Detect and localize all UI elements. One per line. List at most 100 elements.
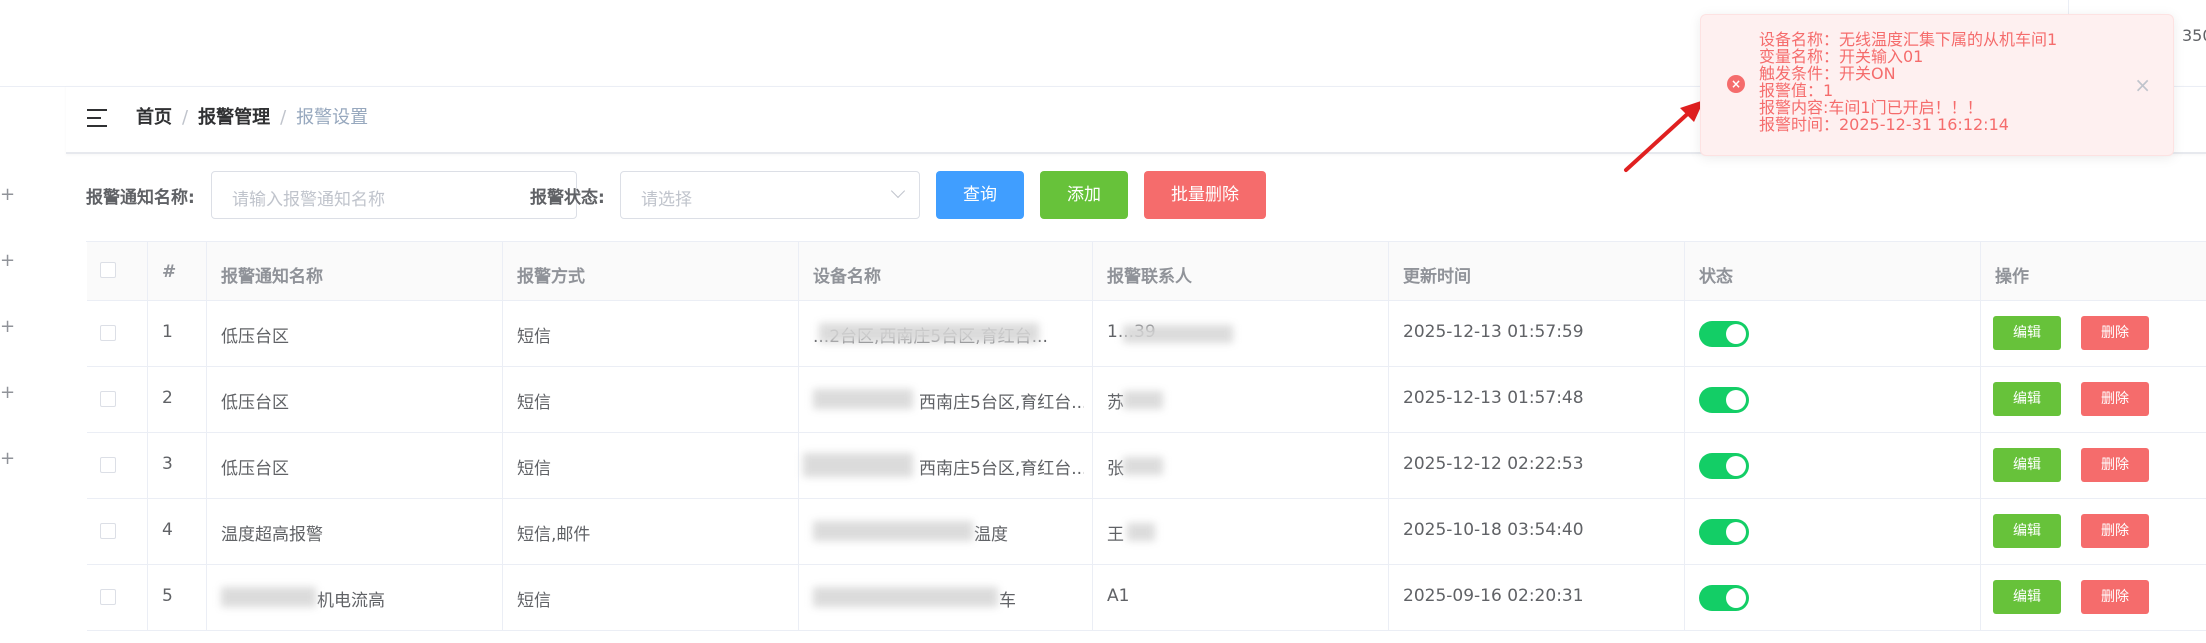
alarm-method: 短信,邮件 — [517, 525, 591, 545]
notification-line: 触发条件：开关ON — [1759, 64, 1896, 83]
redaction — [1123, 457, 1163, 475]
row-index: 4 — [162, 520, 173, 540]
notification-message: 设备名称：无线温度汇集下属的从机车间1 变量名称：开关输入01 触发条件：开关O… — [1759, 31, 2057, 133]
status-toggle[interactable] — [1699, 519, 1749, 545]
close-icon[interactable]: × — [2134, 73, 2151, 97]
redaction — [819, 323, 1039, 343]
row-checkbox[interactable] — [100, 325, 116, 341]
status-toggle[interactable] — [1699, 387, 1749, 413]
error-icon: × — [1727, 75, 1745, 93]
row-index: 1 — [162, 322, 173, 342]
redaction — [813, 521, 973, 541]
search-form: 报警通知名称: 请输入报警通知名称 报警状态: 请选择 查询 添加 批量删除 — [66, 163, 2206, 223]
alarm-method: 短信 — [517, 459, 551, 479]
expand-plus-icon[interactable]: + — [0, 186, 15, 204]
notification-line: 报警时间：2025-12-31 16:12:14 — [1759, 115, 2009, 134]
status-toggle[interactable] — [1699, 585, 1749, 611]
alarm-status-select[interactable]: 请选择 — [620, 171, 920, 219]
contact: A1 — [1107, 586, 1130, 606]
delete-button[interactable]: 删除 — [2081, 316, 2149, 350]
updated-time: 2025-12-13 01:57:59 — [1403, 322, 1584, 342]
query-button[interactable]: 查询 — [936, 171, 1024, 219]
table-header: # 报警通知名称 报警方式 设备名称 报警联系人 更新时间 状态 操作 — [87, 242, 2206, 301]
status-toggle[interactable] — [1699, 321, 1749, 347]
edit-button[interactable]: 编辑 — [1993, 514, 2061, 548]
row-index: 3 — [162, 454, 173, 474]
expand-plus-icon[interactable]: + — [0, 450, 15, 468]
table-row[interactable]: 1 低压台区 短信 ...2台区,西南庄5台区,育红台... 1...39 20… — [87, 301, 2206, 367]
alarm-name-input[interactable]: 请输入报警通知名称 — [211, 171, 577, 219]
alarm-method: 短信 — [517, 327, 551, 347]
add-button[interactable]: 添加 — [1040, 171, 1128, 219]
column-header: 报警通知名称 — [221, 267, 323, 287]
device-name: 车 — [999, 591, 1016, 611]
expand-plus-icon[interactable]: + — [0, 384, 15, 402]
device-name: 西南庄5台区,育红台... — [919, 459, 1084, 479]
breadcrumb-separator: / — [182, 107, 189, 128]
table-row[interactable]: 2 低压台区 短信 西南庄5台区,育红台... 苏 2025-12-13 01:… — [87, 367, 2206, 433]
alarm-method: 短信 — [517, 591, 551, 611]
redaction — [221, 587, 316, 607]
breadcrumb: 首页 / 报警管理 / 报警设置 — [136, 106, 368, 130]
delete-button[interactable]: 删除 — [2081, 514, 2149, 548]
batch-delete-button[interactable]: 批量删除 — [1144, 171, 1266, 219]
device-name: 温度 — [974, 525, 1008, 545]
alarm-status-placeholder: 请选择 — [641, 190, 692, 210]
expand-plus-icon[interactable]: + — [0, 252, 15, 270]
column-header: 设备名称 — [813, 267, 881, 287]
table-row[interactable]: 5 机电流高 短信 车 A1 2025-09-16 02:20:31 编辑 删除 — [87, 565, 2206, 631]
alarm-name: 低压台区 — [221, 459, 289, 479]
delete-button[interactable]: 删除 — [2081, 382, 2149, 416]
alarm-name-label: 报警通知名称: — [86, 188, 195, 208]
table-row[interactable]: 4 温度超高报警 短信,邮件 温度 王 2025-10-18 03:54:40 … — [87, 499, 2206, 565]
column-header: # — [162, 262, 177, 282]
column-header: 操作 — [1995, 267, 2029, 287]
delete-button[interactable]: 删除 — [2081, 448, 2149, 482]
contact: 张 — [1107, 459, 1124, 479]
redaction — [803, 453, 913, 477]
edit-button[interactable]: 编辑 — [1993, 448, 2061, 482]
updated-time: 2025-12-12 02:22:53 — [1403, 454, 1584, 474]
table-row[interactable]: 3 低压台区 短信 西南庄5台区,育红台... 张 2025-12-12 02:… — [87, 433, 2206, 499]
row-index: 2 — [162, 388, 173, 408]
delete-button[interactable]: 删除 — [2081, 580, 2149, 614]
column-header: 报警联系人 — [1107, 267, 1192, 287]
breadcrumb-separator: / — [280, 107, 287, 128]
notification-line: 报警内容:车间1门已开启！！！ — [1759, 98, 1983, 117]
main-content: 首页 / 报警管理 / 报警设置 报警通知名称: 请输入报警通知名称 报警状态: 请选择… — [66, 86, 2206, 643]
device-name: 西南庄5台区,育红台... — [919, 393, 1084, 413]
expand-plus-icon[interactable]: + — [0, 318, 15, 336]
annotation-arrow-icon — [1624, 100, 1704, 172]
alarm-name: 机电流高 — [317, 591, 385, 611]
select-all-checkbox[interactable] — [100, 262, 116, 278]
alarm-table: # 报警通知名称 报警方式 设备名称 报警联系人 更新时间 状态 操作 1 低压… — [86, 241, 2206, 631]
hamburger-menu-icon[interactable] — [87, 109, 107, 127]
edit-button[interactable]: 编辑 — [1993, 316, 2061, 350]
alarm-name: 温度超高报警 — [221, 525, 323, 545]
breadcrumb-home[interactable]: 首页 — [136, 107, 172, 128]
redaction — [1127, 523, 1155, 541]
updated-time: 2025-10-18 03:54:40 — [1403, 520, 1584, 540]
row-checkbox[interactable] — [100, 391, 116, 407]
notification-line: 报警值：1 — [1759, 81, 1834, 100]
breadcrumb-alarm-management[interactable]: 报警管理 — [198, 107, 270, 128]
edit-button[interactable]: 编辑 — [1993, 580, 2061, 614]
status-toggle[interactable] — [1699, 453, 1749, 479]
navbar-edge-text: 3505 — [2182, 26, 2206, 45]
redaction — [813, 587, 998, 607]
row-checkbox[interactable] — [100, 457, 116, 473]
alarm-name: 低压台区 — [221, 393, 289, 413]
redaction — [1123, 391, 1163, 409]
left-sidebar-edge: + + + + + — [0, 86, 66, 643]
alarm-status-label: 报警状态: — [530, 188, 605, 208]
column-header: 状态 — [1699, 267, 1733, 287]
redaction — [1123, 325, 1233, 343]
redaction — [813, 389, 913, 409]
alarm-name-placeholder: 请输入报警通知名称 — [232, 190, 385, 210]
alarm-name: 低压台区 — [221, 327, 289, 347]
row-checkbox[interactable] — [100, 523, 116, 539]
notification-line: 变量名称：开关输入01 — [1759, 47, 1924, 66]
edit-button[interactable]: 编辑 — [1993, 382, 2061, 416]
row-checkbox[interactable] — [100, 589, 116, 605]
alarm-method: 短信 — [517, 393, 551, 413]
